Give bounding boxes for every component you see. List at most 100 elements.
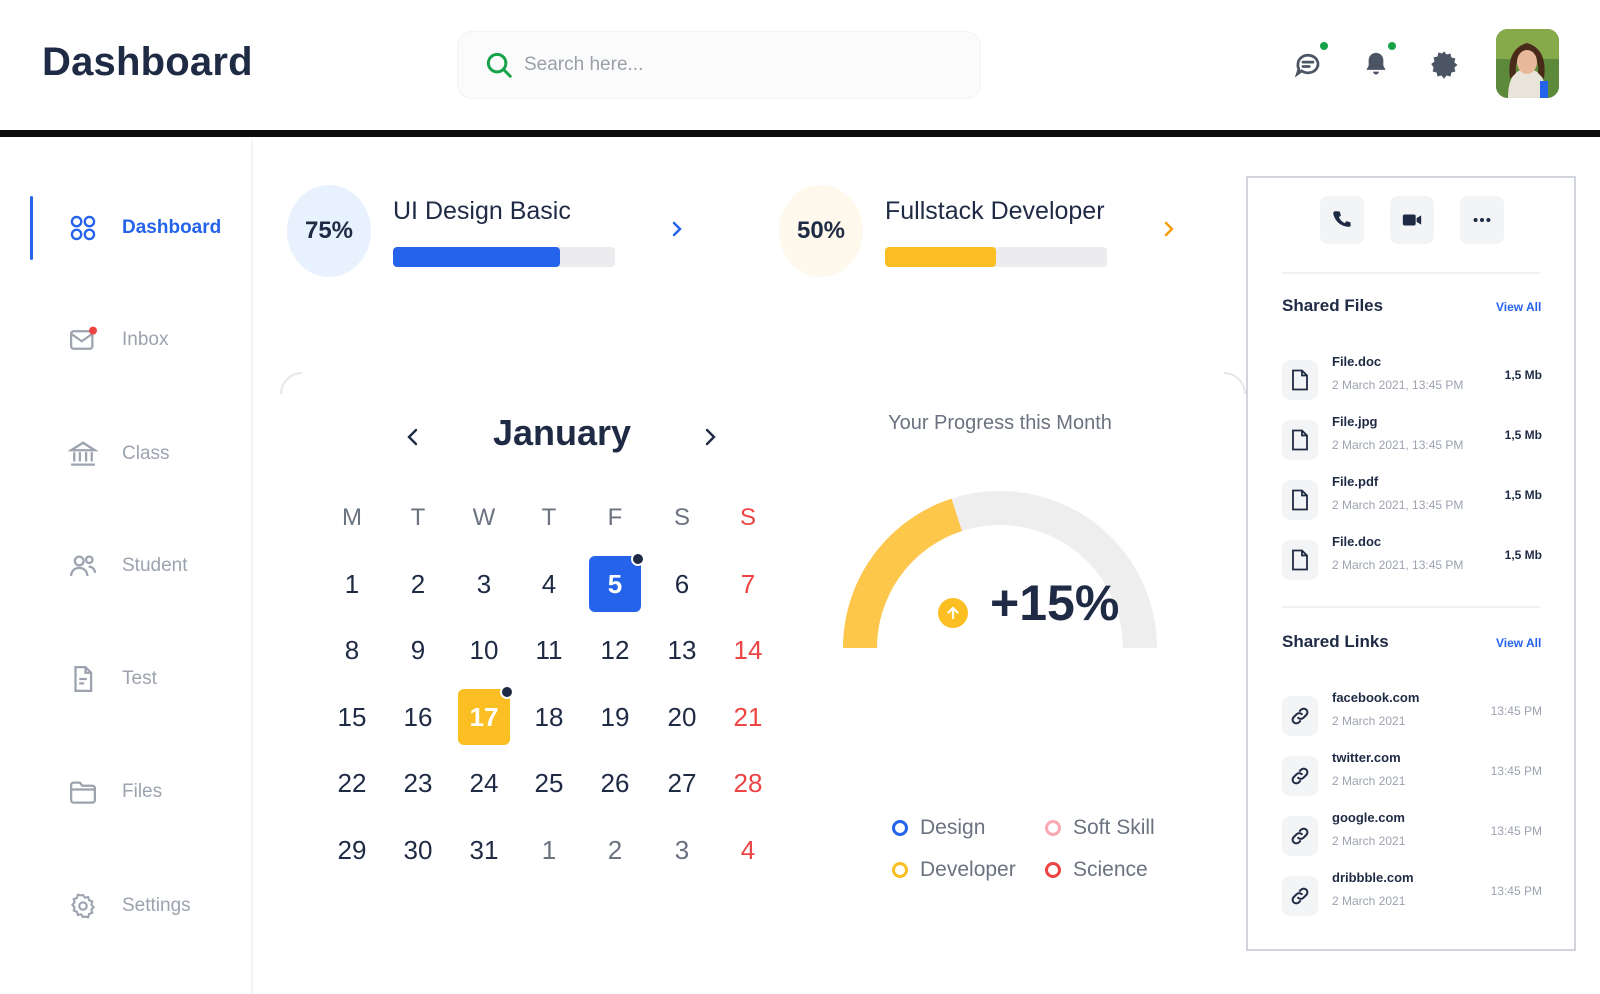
calendar-day-number: 7 (740, 568, 756, 599)
sidebar-item-dashboard[interactable]: Dashboard (0, 196, 253, 260)
calendar-day[interactable]: 17 (458, 685, 514, 745)
calendar-day[interactable]: 5 (589, 552, 645, 612)
chevron-left-icon (407, 428, 418, 446)
calendar-day[interactable]: 6 (652, 556, 712, 612)
calendar-day[interactable]: 12 (585, 622, 645, 678)
shared-files-view-all[interactable]: View All (1496, 300, 1541, 314)
shared-file-row[interactable]: File.pdf 2 March 2021, 13:45 PM 1,5 Mb (1282, 474, 1542, 526)
legend-marker (892, 820, 908, 836)
panel-corner (1224, 372, 1246, 394)
search-box[interactable] (458, 32, 980, 98)
weekday-label: S (673, 504, 690, 531)
calendar-day[interactable]: 1 (322, 556, 382, 612)
calendar-day[interactable]: 8 (322, 622, 382, 678)
weekday-label: T (541, 504, 557, 531)
calendar-day[interactable]: 3 (652, 822, 712, 878)
search-icon (486, 52, 512, 78)
calendar-day[interactable]: 2 (388, 556, 448, 612)
course-progress-fill (885, 247, 996, 267)
course-open-button[interactable] (667, 215, 687, 243)
calendar-day[interactable]: 11 (519, 622, 579, 678)
calendar-day[interactable]: 30 (388, 822, 448, 878)
legend-marker (892, 862, 908, 878)
user-photo-icon (1496, 29, 1559, 98)
video-call-button[interactable] (1390, 196, 1434, 244)
calendar-day[interactable]: 18 (519, 689, 579, 745)
shared-link-row[interactable]: google.com 2 March 2021 13:45 PM (1282, 810, 1542, 862)
calendar-day-number: 4 (740, 834, 756, 865)
calendar-day-number: 28 (733, 767, 763, 798)
sidebar-item-test[interactable]: Test (0, 647, 253, 711)
link-icon (1282, 756, 1318, 796)
notifications-button[interactable] (1358, 42, 1396, 82)
calendar-day[interactable]: 26 (585, 755, 645, 811)
shared-file-row[interactable]: File.doc 2 March 2021, 13:45 PM 1,5 Mb (1282, 534, 1542, 586)
call-button[interactable] (1320, 196, 1364, 244)
calendar-day[interactable]: 27 (652, 755, 712, 811)
calendar-day[interactable]: 24 (454, 755, 514, 811)
sidebar-item-student[interactable]: Student (0, 534, 253, 598)
calendar-day[interactable]: 25 (519, 755, 579, 811)
course-open-button[interactable] (1159, 215, 1179, 243)
file-icon (1282, 540, 1318, 580)
legend-label: Developer (920, 858, 1016, 881)
calendar-day[interactable]: 16 (388, 689, 448, 745)
avatar[interactable] (1496, 29, 1559, 98)
calendar-day-number: 6 (674, 568, 690, 599)
calendar-day[interactable]: 1 (519, 822, 579, 878)
page-title: Dashboard (42, 40, 253, 84)
calendar-day-number: 11 (535, 634, 563, 665)
calendar-day-number: 9 (410, 634, 426, 665)
calendar-day-number: 2 (607, 834, 623, 865)
file-date: 2 March 2021, 13:45 PM (1332, 498, 1464, 512)
shared-link-row[interactable]: twitter.com 2 March 2021 13:45 PM (1282, 750, 1542, 802)
calendar-day[interactable]: 7 (718, 556, 778, 612)
calendar-day[interactable]: 14 (718, 622, 778, 678)
calendar-day[interactable]: 29 (322, 822, 382, 878)
shared-file-row[interactable]: File.doc 2 March 2021, 13:45 PM 1,5 Mb (1282, 354, 1542, 406)
calendar-day[interactable]: 21 (718, 689, 778, 745)
shared-link-row[interactable]: facebook.com 2 March 2021 13:45 PM (1282, 690, 1542, 742)
sidebar-item-settings[interactable]: Settings (0, 874, 253, 938)
calendar-day[interactable]: 4 (519, 556, 579, 612)
sidebar-item-label: Student (122, 555, 188, 576)
calendar-day[interactable]: 9 (388, 622, 448, 678)
calendar-day-number: 29 (337, 834, 367, 865)
link-time: 13:45 PM (1490, 764, 1542, 778)
course-card-fullstack: 50% Fullstack Developer (779, 185, 1199, 277)
settings-button[interactable] (1426, 46, 1462, 82)
file-name: File.doc (1332, 354, 1382, 369)
shared-link-row[interactable]: dribbble.com 2 March 2021 13:45 PM (1282, 870, 1542, 922)
calendar-prev-button[interactable] (398, 420, 428, 454)
shared-file-row[interactable]: File.jpg 2 March 2021, 13:45 PM 1,5 Mb (1282, 414, 1542, 466)
search-input[interactable] (524, 54, 924, 76)
shared-links-title: Shared Links (1282, 632, 1389, 651)
link-url: google.com (1332, 810, 1405, 825)
shared-links-view-all[interactable]: View All (1496, 636, 1541, 650)
calendar-day[interactable]: 19 (585, 689, 645, 745)
more-button[interactable] (1460, 196, 1504, 244)
file-date: 2 March 2021, 13:45 PM (1332, 438, 1464, 452)
file-date: 2 March 2021, 13:45 PM (1332, 378, 1464, 392)
calendar-day[interactable]: 22 (322, 755, 382, 811)
sidebar-item-class[interactable]: Class (0, 422, 253, 486)
calendar-day[interactable]: 4 (718, 822, 778, 878)
file-size: 1,5 Mb (1504, 368, 1542, 382)
calendar-next-button[interactable] (695, 420, 725, 454)
calendar-day[interactable]: 2 (585, 822, 645, 878)
calendar-day-number: 5 (607, 568, 623, 599)
calendar-day[interactable]: 28 (718, 755, 778, 811)
chat-button[interactable] (1290, 42, 1328, 82)
file-name: File.doc (1332, 534, 1382, 549)
calendar-day[interactable]: 3 (454, 556, 514, 612)
link-date: 2 March 2021 (1332, 774, 1406, 788)
calendar-day[interactable]: 20 (652, 689, 712, 745)
calendar-day[interactable]: 23 (388, 755, 448, 811)
sidebar-item-files[interactable]: Files (0, 760, 253, 824)
calendar-day[interactable]: 13 (652, 622, 712, 678)
phone-icon (1333, 211, 1351, 227)
sidebar-item-inbox[interactable]: Inbox (0, 308, 253, 372)
calendar-day[interactable]: 10 (454, 622, 514, 678)
calendar-day[interactable]: 15 (322, 689, 382, 745)
calendar-day[interactable]: 31 (454, 822, 514, 878)
